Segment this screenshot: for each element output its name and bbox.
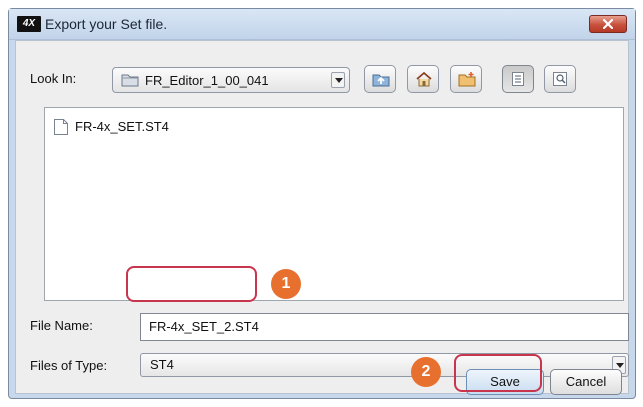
files-of-type-value: ST4 (150, 357, 174, 372)
file-name-highlight (126, 266, 257, 302)
dialog-body: Look In: FR_Editor_1_00_041 FR-4x_SET.ST… (15, 40, 629, 395)
details-view-button[interactable] (544, 65, 576, 93)
new-folder-icon (458, 72, 476, 87)
save-button-highlight (454, 354, 542, 392)
up-one-level-button[interactable] (364, 65, 396, 93)
file-name-text: FR-4x_SET.ST4 (75, 119, 169, 134)
list-view-button[interactable] (502, 65, 534, 93)
close-button[interactable] (589, 15, 627, 33)
files-of-type-label: Files of Type: (30, 358, 108, 373)
look-in-value: FR_Editor_1_00_041 (145, 73, 269, 88)
up-folder-icon (372, 74, 390, 87)
file-name-input[interactable] (149, 319, 609, 334)
details-view-icon (553, 72, 567, 86)
chevron-down-icon[interactable] (331, 72, 345, 88)
callout-badge-1: 1 (271, 269, 301, 299)
file-name-label: File Name: (30, 318, 93, 333)
look-in-dropdown[interactable]: FR_Editor_1_00_041 (112, 67, 350, 93)
cancel-button[interactable]: Cancel (550, 369, 622, 395)
look-in-label: Look In: (30, 71, 77, 86)
export-dialog-window: 4X Export your Set file. Look In: FR_Edi… (8, 8, 636, 399)
home-icon (416, 71, 432, 87)
close-x-icon (603, 19, 613, 29)
folder-icon (121, 74, 139, 87)
app-logo-icon: 4X (17, 16, 41, 32)
new-folder-button[interactable] (450, 65, 482, 93)
file-icon (54, 119, 68, 135)
file-name-field[interactable] (140, 313, 629, 341)
dialog-title: Export your Set file. (45, 16, 168, 32)
list-view-icon (512, 72, 524, 86)
callout-badge-2: 2 (411, 357, 441, 387)
title-bar[interactable]: 4X Export your Set file. (9, 9, 635, 40)
home-button[interactable] (407, 65, 439, 93)
